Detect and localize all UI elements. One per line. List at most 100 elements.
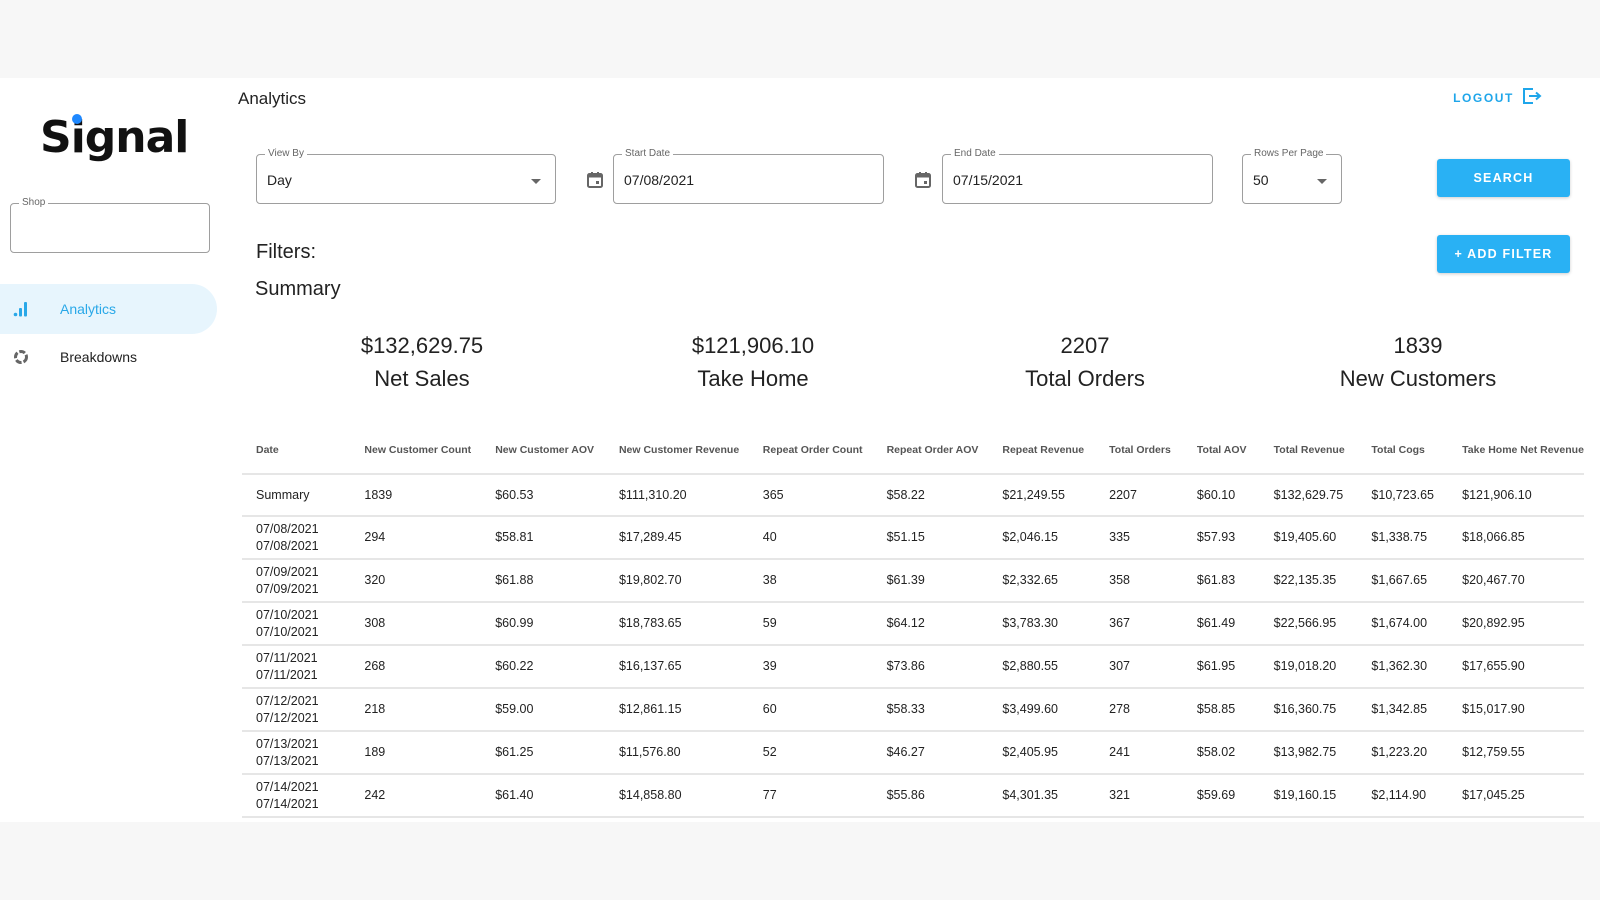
- column-header[interactable]: Total AOV: [1182, 426, 1260, 475]
- table-cell: $13,982.75: [1259, 731, 1358, 775]
- table-cell: 218: [350, 688, 482, 732]
- table-cell: $17,045.25: [1448, 774, 1584, 818]
- column-header[interactable]: New Customer Revenue: [604, 426, 749, 475]
- table-cell: $60.22: [481, 645, 605, 689]
- start-date-label: Start Date: [622, 148, 674, 160]
- table-body: Summary 1839 $60.53 $111,310.20 365 $58.22 $21…: [242, 474, 1584, 818]
- rows-per-page-select[interactable]: Rows Per Page 50: [1242, 148, 1342, 204]
- table-cell: $58.33: [872, 688, 989, 732]
- table-cell: $15,017.90: [1448, 688, 1584, 732]
- table-cell: 308: [350, 602, 482, 646]
- table-cell: $61.39: [872, 559, 989, 603]
- table-cell: 60: [748, 688, 873, 732]
- table-cell: 40: [748, 516, 873, 560]
- table-cell: $61.40: [481, 774, 605, 818]
- date-cell: 07/14/2021 07/14/2021: [242, 774, 351, 818]
- table-cell: 365: [748, 474, 873, 517]
- donut-icon: [11, 347, 31, 367]
- view-by-select[interactable]: View By Day: [256, 148, 556, 204]
- table-cell: $22,135.35: [1259, 559, 1358, 603]
- table-cell: 294: [350, 516, 482, 560]
- table-cell: $17,655.90: [1448, 645, 1584, 689]
- table-header-row: Date New Customer Count New Customer AOV Ne…: [242, 426, 1584, 475]
- table-row: 07/12/2021 07/12/2021 218 $59.00 $12,861.15 6…: [242, 688, 1584, 732]
- table-cell: $58.81: [481, 516, 605, 560]
- table-cell: 1839: [350, 474, 482, 517]
- date-cell: 07/12/2021 07/12/2021: [242, 688, 351, 732]
- date-end: 07/10/2021: [256, 624, 319, 639]
- start-date-input[interactable]: Start Date 07/08/2021: [613, 148, 884, 204]
- sidebar-item-label: Breakdowns: [60, 349, 138, 365]
- date-end: 07/09/2021: [256, 581, 319, 596]
- sidebar-item-breakdowns[interactable]: Breakdowns: [0, 332, 217, 382]
- date-cell: 07/11/2021 07/11/2021: [242, 645, 351, 689]
- date-cell: 07/08/2021 07/08/2021: [242, 516, 351, 560]
- stat-take-home: $121,906.10 Take Home: [628, 331, 878, 397]
- table-cell: 38: [748, 559, 873, 603]
- table-cell: $51.15: [872, 516, 989, 560]
- table-row: 07/13/2021 07/13/2021 189 $61.25 $11,576.80 5…: [242, 731, 1584, 775]
- table-cell: 278: [1095, 688, 1183, 732]
- table-cell: $19,405.60: [1259, 516, 1358, 560]
- date-start: 07/10/2021: [256, 607, 319, 622]
- table-cell: $59.00: [481, 688, 605, 732]
- table-cell: $17,289.45: [604, 516, 749, 560]
- logo-dot: [72, 114, 82, 124]
- table-cell: $59.69: [1182, 774, 1260, 818]
- date-cell: 07/10/2021 07/10/2021: [242, 602, 351, 646]
- table-cell: $16,360.75: [1259, 688, 1358, 732]
- table-cell: $19,802.70: [604, 559, 749, 603]
- table-cell: $2,332.65: [988, 559, 1096, 603]
- table-cell: 59: [748, 602, 873, 646]
- table-cell: 335: [1095, 516, 1183, 560]
- column-header[interactable]: Repeat Order AOV: [872, 426, 989, 475]
- table-cell: 39: [748, 645, 873, 689]
- table-cell: $61.95: [1182, 645, 1260, 689]
- column-header[interactable]: Repeat Order Count: [748, 426, 873, 475]
- stat-new-customers: 1839 New Customers: [1293, 331, 1543, 397]
- table-cell: $11,576.80: [604, 731, 749, 775]
- bar-chart-icon: [11, 299, 31, 319]
- shop-input[interactable]: Shop: [10, 197, 210, 253]
- table-cell: $1,362.30: [1357, 645, 1449, 689]
- table-cell: $14,858.80: [604, 774, 749, 818]
- table-cell: $2,405.95: [988, 731, 1096, 775]
- table-row: 07/11/2021 07/11/2021 268 $60.22 $16,137.65 3…: [242, 645, 1584, 689]
- stat-label: New Customers: [1339, 366, 1497, 391]
- column-header[interactable]: Total Orders: [1095, 426, 1183, 475]
- stat-label: Net Sales: [374, 366, 470, 391]
- date-start: 07/11/2021: [256, 650, 318, 665]
- calendar-icon[interactable]: [585, 170, 605, 190]
- column-header[interactable]: Total Cogs: [1357, 426, 1449, 475]
- table-row: 07/10/2021 07/10/2021 308 $60.99 $18,783.65 5…: [242, 602, 1584, 646]
- table-cell: $1,667.65: [1357, 559, 1449, 603]
- rows-per-page-value: 50: [1253, 172, 1269, 188]
- date-end: 07/08/2021: [256, 538, 319, 553]
- column-header[interactable]: New Customer Count: [350, 426, 482, 475]
- add-filter-button[interactable]: + ADD FILTER: [1437, 235, 1570, 273]
- column-header[interactable]: Repeat Revenue: [988, 426, 1096, 475]
- stat-value: 1839: [1393, 333, 1443, 358]
- date-cell: 07/09/2021 07/09/2021: [242, 559, 351, 603]
- shop-label: Shop: [19, 197, 49, 209]
- table-cell: $20,892.95: [1448, 602, 1584, 646]
- table-cell: $2,114.90: [1357, 774, 1449, 818]
- sidebar-item-analytics[interactable]: Analytics: [0, 284, 217, 334]
- table-cell: 77: [748, 774, 873, 818]
- column-header[interactable]: Date: [242, 426, 351, 475]
- table-cell: $132,629.75: [1259, 474, 1358, 517]
- column-header[interactable]: New Customer AOV: [481, 426, 605, 475]
- table-cell: $58.22: [872, 474, 989, 517]
- logout-button[interactable]: LOGOUT: [1453, 88, 1542, 107]
- stat-total-orders: 2207 Total Orders: [960, 331, 1210, 397]
- column-header[interactable]: Total Revenue: [1259, 426, 1358, 475]
- column-header[interactable]: Take Home Net Revenue: [1448, 426, 1584, 475]
- search-button[interactable]: SEARCH: [1437, 159, 1570, 197]
- table-cell: $55.86: [872, 774, 989, 818]
- logout-label: LOGOUT: [1453, 90, 1514, 105]
- calendar-icon[interactable]: [913, 170, 933, 190]
- end-date-input[interactable]: End Date 07/15/2021: [942, 148, 1213, 204]
- table-cell: $64.12: [872, 602, 989, 646]
- date-end: 07/14/2021: [256, 796, 319, 811]
- table-cell: 242: [350, 774, 482, 818]
